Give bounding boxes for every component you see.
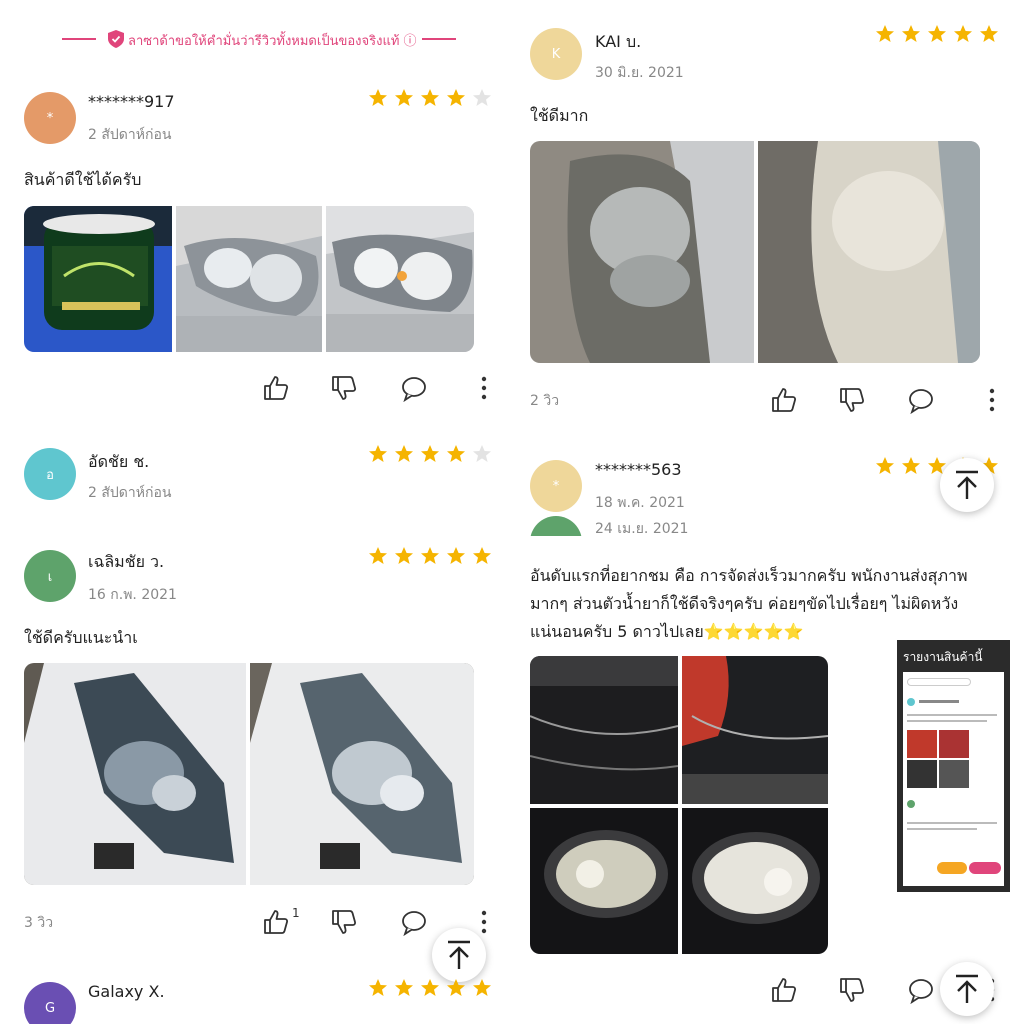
rating-stars (368, 978, 492, 998)
comment-icon[interactable] (400, 374, 428, 403)
scroll-to-top-button[interactable] (432, 928, 486, 982)
arrow-up-icon (956, 974, 978, 1003)
star-filled-icon (928, 25, 946, 42)
review-photo[interactable] (176, 206, 322, 352)
reviewer-name: *******563 (595, 460, 682, 479)
star-filled-icon (902, 25, 920, 42)
star-empty-icon (473, 89, 491, 106)
star-filled-icon (369, 89, 387, 106)
dislike-icon[interactable] (838, 386, 866, 414)
avatar: เ (24, 550, 76, 602)
star-filled-icon (876, 25, 894, 42)
arrow-up-icon (448, 940, 470, 969)
review-photo[interactable] (24, 663, 246, 885)
review-photo[interactable] (682, 808, 828, 954)
star-filled-icon (954, 25, 972, 42)
scroll-to-top-button[interactable] (940, 962, 994, 1016)
review-date: 24 เม.ย. 2021 (595, 521, 689, 537)
view-count: 2 วิว (530, 393, 560, 409)
authenticity-banner[interactable]: ลาซาด้าขอให้คำมั่นว่ารีวิวทั้งหมดเป็นของ… (128, 30, 417, 51)
star-filled-icon (369, 979, 387, 996)
star-filled-icon (447, 979, 465, 996)
star-filled-icon (395, 979, 413, 996)
comment-icon[interactable] (907, 386, 935, 415)
star-empty-icon (473, 445, 491, 462)
rating-stars (368, 444, 492, 464)
review-text-line: อันดับแรกที่อยากชม คือ การจัดส่งเร็วมากค… (530, 566, 968, 585)
review-date: 16 ก.พ. 2021 (88, 587, 177, 603)
review-photo[interactable] (24, 206, 172, 352)
star-filled-icon (473, 979, 491, 996)
review-text: ใช้ดีมาก (530, 106, 589, 125)
star-filled-icon (980, 25, 998, 42)
review-date: 2 สัปดาห์ก่อน (88, 127, 172, 143)
avatar: * (24, 92, 76, 144)
star-filled-icon (421, 89, 439, 106)
star-filled-icon (395, 89, 413, 106)
review-text-line: แน่นอนครับ 5 ดาวไปเลย⭐⭐⭐⭐⭐ (530, 622, 804, 641)
star-filled-icon (447, 445, 465, 462)
review-date: 2 สัปดาห์ก่อน (88, 485, 172, 501)
like-icon[interactable] (262, 908, 290, 936)
shield-icon (108, 30, 124, 48)
star-filled-icon (395, 445, 413, 462)
review-photo[interactable] (682, 656, 828, 804)
review-text-line: มากๆ ส่วนตัวน้ำยาก็ใช้ดีจริงๆครับ ค่อยๆข… (530, 594, 959, 613)
like-count: 1 (292, 906, 300, 920)
report-product-label: รายงานสินค้านี้ (903, 650, 983, 664)
review-photo[interactable] (530, 808, 678, 954)
review-photo[interactable] (530, 656, 678, 804)
dislike-icon[interactable] (330, 374, 358, 402)
more-options-icon[interactable] (982, 386, 1002, 414)
comment-icon[interactable] (907, 976, 935, 1005)
star-filled-icon (876, 457, 894, 474)
star-filled-icon (447, 547, 465, 564)
avatar: อ (24, 448, 76, 500)
view-count: 3 วิว (24, 915, 54, 931)
star-filled-icon (421, 979, 439, 996)
report-thumbnail (903, 672, 1004, 886)
avatar (530, 516, 582, 536)
review-date: 30 มิ.ย. 2021 (595, 65, 684, 81)
review-photo[interactable] (758, 141, 980, 363)
review-text: ใช้ดีครับแนะนำเ (24, 628, 138, 647)
rating-stars (875, 24, 999, 44)
star-filled-icon (369, 445, 387, 462)
like-icon[interactable] (770, 976, 798, 1004)
rating-stars (368, 88, 492, 108)
reviewer-name: Galaxy X. (88, 982, 165, 1001)
report-product-card[interactable]: รายงานสินค้านี้ (897, 640, 1010, 892)
rating-stars (368, 546, 492, 566)
avatar: K (530, 28, 582, 80)
dislike-icon[interactable] (838, 976, 866, 1004)
star-filled-icon (369, 547, 387, 564)
star-filled-icon (473, 547, 491, 564)
star-filled-icon (395, 547, 413, 564)
review-text: สินค้าดีใช้ได้ครับ (24, 170, 142, 189)
reviewer-name: เฉลิมชัย ว. (88, 552, 165, 571)
banner-line-right (422, 38, 456, 40)
dislike-icon[interactable] (330, 908, 358, 936)
review-photo[interactable] (326, 206, 474, 352)
more-options-icon[interactable] (474, 374, 494, 402)
star-filled-icon (421, 445, 439, 462)
star-filled-icon (902, 457, 920, 474)
banner-line-left (62, 38, 96, 40)
reviewer-name: KAI บ. (595, 32, 642, 51)
arrow-up-icon (956, 470, 978, 499)
scroll-to-top-button[interactable] (940, 458, 994, 512)
reviewer-name: *******917 (88, 92, 175, 111)
review-date: 18 พ.ค. 2021 (595, 495, 685, 511)
like-icon[interactable] (262, 374, 290, 402)
review-photo[interactable] (250, 663, 474, 885)
star-filled-icon (421, 547, 439, 564)
avatar: G (24, 982, 76, 1024)
review-photo[interactable] (530, 141, 754, 363)
like-icon[interactable] (770, 386, 798, 414)
comment-icon[interactable] (400, 908, 428, 937)
reviewer-name: อัดชัย ช. (88, 452, 150, 471)
avatar: * (530, 460, 582, 512)
more-options-icon[interactable] (474, 908, 494, 936)
star-filled-icon (447, 89, 465, 106)
